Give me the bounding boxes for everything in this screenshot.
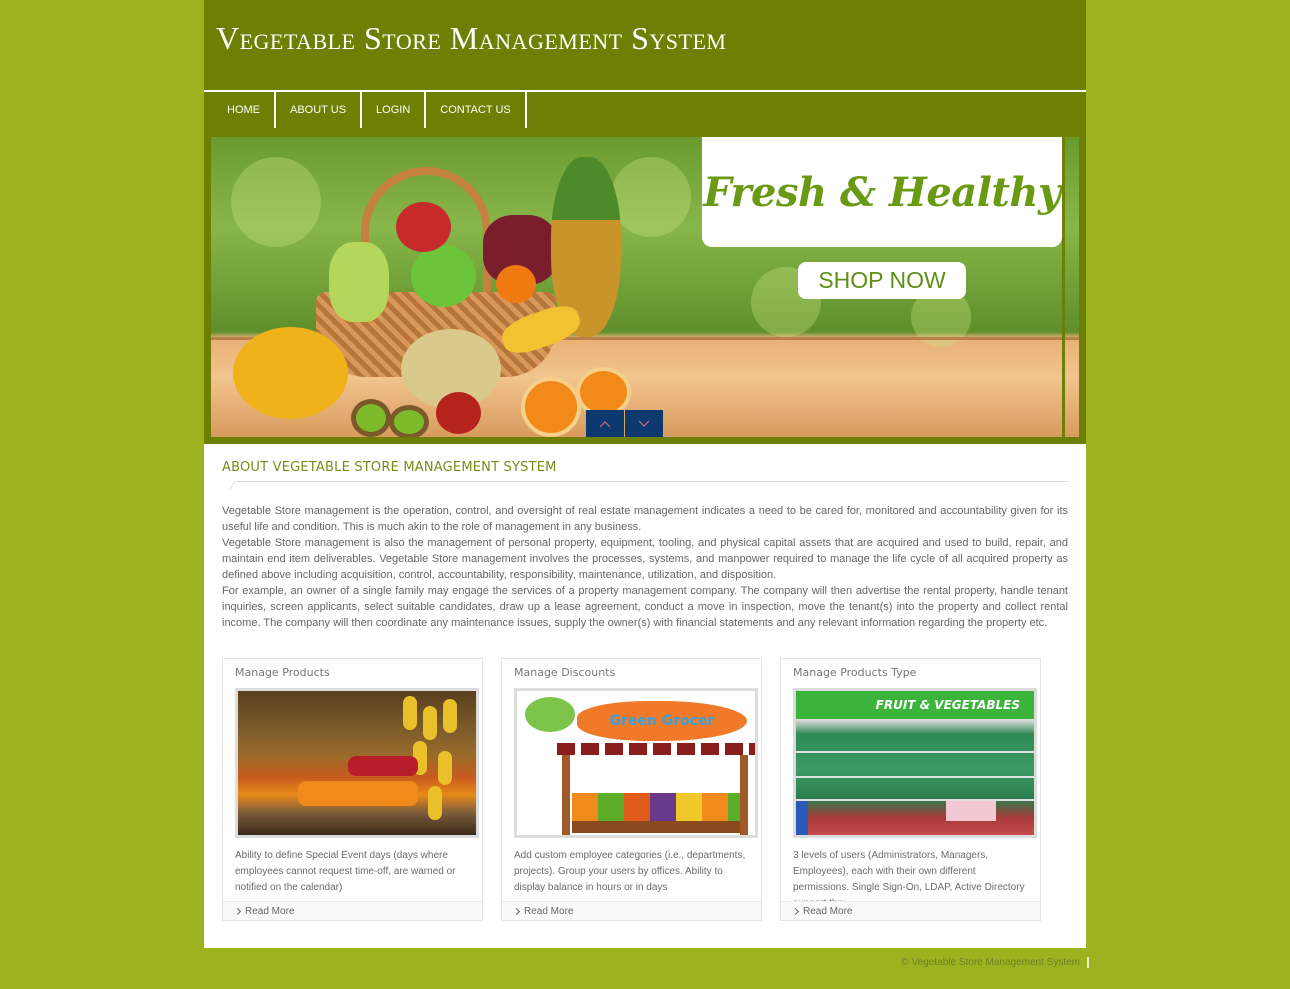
nav-login[interactable]: LOGIN <box>362 92 427 128</box>
about-paragraph: Vegetable Store management is the operat… <box>222 505 1068 533</box>
stall-post <box>562 755 570 835</box>
banana-bunch <box>428 786 442 820</box>
slide-divider <box>1062 137 1065 437</box>
melon-yellow <box>233 327 348 419</box>
fruit-vegetables-sign-text: FRUIT & VEGETABLES <box>875 698 1020 712</box>
shelf <box>796 751 1034 753</box>
read-more-link[interactable]: Read More <box>781 901 1040 920</box>
banana-bunch <box>423 706 437 740</box>
site-header: Vegetable Store Management System <box>204 0 1086 90</box>
blue-crate <box>796 801 808 835</box>
card-image-green-grocer: Green Grocer <box>514 688 758 838</box>
green-grocer-text: Green Grocer <box>609 712 715 729</box>
nav-contact-us[interactable]: CONTACT US <box>426 92 527 128</box>
chevron-up-icon <box>599 420 611 427</box>
card-manage-products: Manage Products Ability to define Specia… <box>222 658 483 921</box>
carrot-sign: Green Grocer <box>577 701 747 741</box>
kiwi <box>351 399 391 437</box>
read-more-link[interactable]: Read More <box>223 901 482 920</box>
chevron-right-icon <box>233 907 242 915</box>
apple-red <box>396 202 451 252</box>
shop-now-button[interactable]: SHOP NOW <box>798 262 966 299</box>
footer-separator <box>1087 956 1089 968</box>
chevron-right-icon <box>512 907 521 915</box>
card-description: Ability to define Special Event days (da… <box>235 850 456 893</box>
slider-controls <box>586 410 663 437</box>
banana-bunch <box>443 699 457 733</box>
kiwi <box>389 405 429 437</box>
read-more-label: Read More <box>524 905 574 917</box>
nectarine <box>436 392 481 434</box>
main-content: ABOUT VEGETABLE STORE MANAGEMENT SYSTEM … <box>204 444 1086 948</box>
stall-awning <box>557 743 755 755</box>
heading-rule <box>222 481 1068 489</box>
bokeh-light <box>611 157 691 237</box>
store-sign: FRUIT & VEGETABLES <box>796 691 1034 719</box>
shelf <box>796 776 1034 778</box>
card-title: Manage Discounts <box>514 666 616 679</box>
slider-section: Fresh & Healthy SHOP NOW <box>204 137 1086 444</box>
apple-display <box>348 756 418 776</box>
grapes-green <box>329 242 389 322</box>
carrot-leaves <box>525 697 575 732</box>
promo-banner: Fresh & Healthy <box>702 137 1062 247</box>
image-slider: Fresh & Healthy SHOP NOW <box>211 137 1079 437</box>
read-more-label: Read More <box>245 905 295 917</box>
orange <box>496 265 536 303</box>
card-description: Add custom employee categories (i.e., de… <box>514 850 746 893</box>
main-nav: HOME ABOUT US LOGIN CONTACT US <box>204 92 1086 137</box>
read-more-label: Read More <box>803 905 853 917</box>
slider-prev-button[interactable] <box>586 410 624 437</box>
slider-next-button[interactable] <box>625 410 663 437</box>
card-manage-discounts: Manage Discounts Green Grocer Add custom… <box>501 658 762 921</box>
banana-bunch <box>438 751 452 785</box>
stall-counter <box>572 821 740 833</box>
orange-half <box>521 377 581 437</box>
heading-notch-line <box>229 481 236 489</box>
chevron-right-icon <box>791 907 800 915</box>
produce-display <box>572 793 740 821</box>
site-footer: © Vegetable Store Management System <box>204 952 1089 972</box>
card-image-store-aisle: FRUIT & VEGETABLES <box>793 688 1037 838</box>
promo-headline: Fresh & Healthy <box>703 168 1061 216</box>
about-heading: ABOUT VEGETABLE STORE MANAGEMENT SYSTEM <box>222 460 557 475</box>
nav-about-us[interactable]: ABOUT US <box>276 92 363 128</box>
about-paragraph: Vegetable Store management is also the m… <box>222 537 1068 581</box>
chevron-down-icon <box>638 420 650 427</box>
about-paragraph: For example, an owner of a single family… <box>222 585 1068 629</box>
copyright-text: © Vegetable Store Management System <box>901 956 1080 968</box>
page-wrapper: Vegetable Store Management System HOME A… <box>204 0 1086 948</box>
card-image-fruit-market <box>235 688 479 838</box>
stall-post <box>740 755 748 835</box>
banana-bunch <box>403 696 417 730</box>
weighing-scale <box>946 801 996 821</box>
card-description: 3 levels of users (Administrators, Manag… <box>793 850 1025 909</box>
bokeh-light <box>231 157 321 247</box>
card-title: Manage Products <box>235 666 330 679</box>
nav-home[interactable]: HOME <box>204 92 276 128</box>
feature-cards: Manage Products Ability to define Specia… <box>222 658 1068 921</box>
card-manage-products-type: Manage Products Type FRUIT & VEGETABLES … <box>780 658 1041 921</box>
site-title: Vegetable Store Management System <box>216 20 727 56</box>
read-more-link[interactable]: Read More <box>502 901 761 920</box>
apple-green <box>411 245 476 307</box>
shelf <box>796 799 1034 801</box>
orange-display <box>298 781 418 806</box>
card-title: Manage Products Type <box>793 666 917 679</box>
